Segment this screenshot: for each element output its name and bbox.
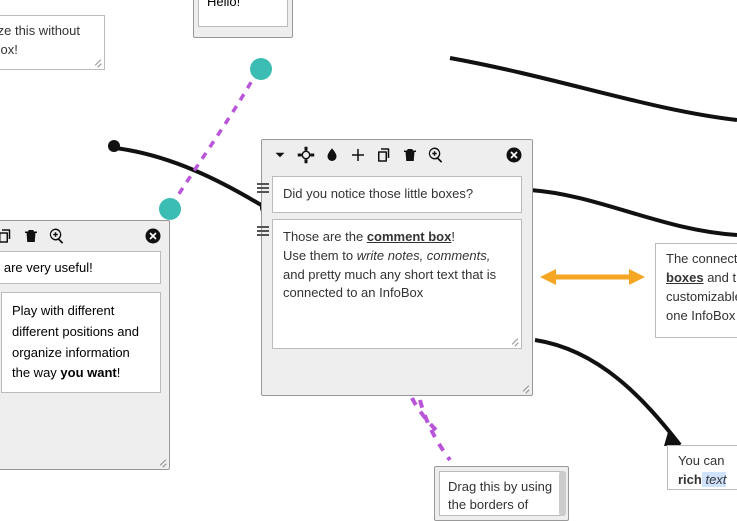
tint-icon[interactable] <box>322 145 342 165</box>
note-hello-panel[interactable]: Hello! <box>193 0 293 38</box>
edge-into-center <box>115 148 266 208</box>
drag-note-content: Drag this by using the borders of <box>448 479 552 512</box>
left-play-col[interactable]: Play with different different positions … <box>1 292 161 393</box>
left-play-post: ! <box>117 365 121 380</box>
drag-handle-icon[interactable] <box>257 183 269 193</box>
arrowhead-orange-left <box>540 269 556 285</box>
edge-top-right <box>450 58 737 120</box>
center-body-box[interactable]: Those are the comment box! Use them to w… <box>272 219 522 349</box>
edge-purple-2b <box>412 398 436 430</box>
center-body-exclaim: ! <box>451 229 455 244</box>
close-icon[interactable] <box>143 226 163 246</box>
note-resize[interactable]: esize this without foBox! <box>0 15 105 70</box>
resize-handle[interactable] <box>520 383 530 393</box>
note-resize-text: esize this without foBox! <box>0 23 80 57</box>
target-icon[interactable] <box>296 145 316 165</box>
left-top-text[interactable]: xes are very useful! <box>0 251 161 284</box>
edge-purple-1 <box>170 70 258 208</box>
chevron-down-icon[interactable] <box>270 145 290 165</box>
right-l2b: and the li <box>704 270 737 285</box>
center-l2i: write notes, comments, <box>357 248 491 263</box>
br-l2a: rich <box>678 472 702 487</box>
left-toolbar <box>0 221 169 251</box>
copy-icon[interactable] <box>374 145 394 165</box>
resize-handle[interactable] <box>509 336 519 346</box>
connection-dot[interactable] <box>159 198 181 220</box>
center-l2a: Use them to <box>283 248 357 263</box>
panel-center[interactable]: Did you notice those little boxes? Those… <box>261 139 533 396</box>
edge-right-lower <box>535 340 680 445</box>
trash-icon[interactable] <box>400 145 420 165</box>
scroll-indicator[interactable] <box>559 471 566 516</box>
edge-endpoint-dot <box>108 140 120 152</box>
note-hello-text[interactable]: Hello! <box>198 0 288 27</box>
center-toolbar <box>262 140 532 170</box>
plus-icon[interactable] <box>348 145 368 165</box>
right-l4: one InfoBox to a <box>666 308 737 323</box>
zoom-icon[interactable] <box>426 145 446 165</box>
close-icon[interactable] <box>504 145 524 165</box>
br-l1: You can <box>678 453 725 468</box>
trash-icon[interactable] <box>21 226 41 246</box>
panel-drag-note[interactable]: Drag this by using the borders of <box>434 466 569 521</box>
resize-handle[interactable] <box>157 457 167 467</box>
edge-purple-2 <box>420 400 450 460</box>
center-l2b: and pretty much any short text that is c… <box>283 267 496 301</box>
center-body-pre: Those are the <box>283 229 367 244</box>
arrowhead-orange-right <box>629 269 645 285</box>
center-body-bu: comment box <box>367 229 452 244</box>
br-l2b: text <box>702 472 727 487</box>
note-right[interactable]: The connectors boxes and the li customiz… <box>655 243 737 338</box>
center-title-text: Did you notice those little boxes? <box>283 186 473 201</box>
arrowhead-black <box>664 432 680 446</box>
left-top-text-content: xes are very useful! <box>0 260 93 275</box>
drag-handle-icon[interactable] <box>257 226 269 236</box>
zoom-icon[interactable] <box>47 226 67 246</box>
note-bottom-right[interactable]: You can rich text <box>667 445 737 490</box>
edge-right-upper <box>530 190 737 235</box>
panel-left[interactable]: xes are very useful! Play with different… <box>0 220 170 470</box>
resize-handle[interactable] <box>92 57 102 67</box>
drag-note-text[interactable]: Drag this by using the borders of <box>439 471 564 516</box>
right-l2a: boxes <box>666 270 704 285</box>
center-title-box[interactable]: Did you notice those little boxes? <box>272 176 522 213</box>
right-l1: The connectors <box>666 251 737 266</box>
connection-dot[interactable] <box>250 58 272 80</box>
left-play-bold: you want <box>60 365 116 380</box>
copy-icon[interactable] <box>0 226 15 246</box>
right-l3: customizable jus <box>666 289 737 304</box>
